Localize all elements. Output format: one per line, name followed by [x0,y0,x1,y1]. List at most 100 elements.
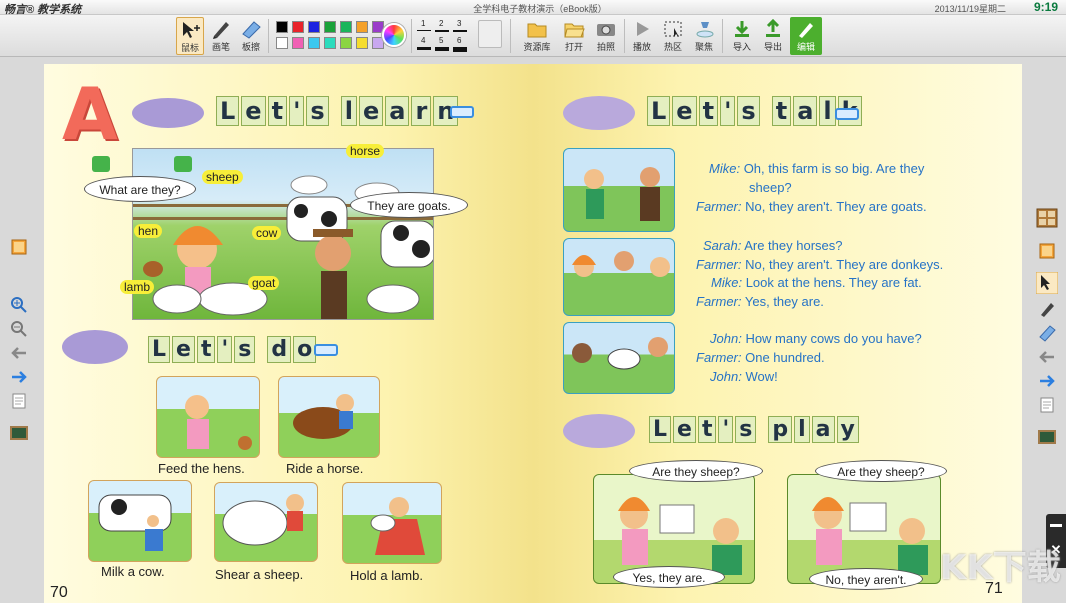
heading-letter: t [771,96,792,126]
speaker-name: Farmer: [696,294,742,309]
arrow-right-icon[interactable] [1038,372,1056,390]
heading-letter: ' [217,336,233,363]
arrow-left-icon[interactable] [1038,348,1056,366]
dialogue-line: Farmer: No, they aren't. They are goats. [696,199,927,214]
focus-label: 聚焦 [694,42,713,52]
watermark-logo: KK下载 [940,548,1061,588]
heading-letter: o [293,336,317,363]
label-goat[interactable]: goat [248,276,280,290]
blackboard-icon[interactable] [10,424,28,442]
caption-milk-cow: Milk a cow. [101,564,165,579]
swatch-orange[interactable] [356,21,368,33]
toolbar-divider [624,19,625,53]
play-button[interactable]: 播放 [628,17,656,55]
export-button[interactable]: 导出 [759,17,787,55]
lets-play-heading: L e t ' s p l a y [649,416,859,443]
dialogue-line: Mike: Look at the hens. They are fat. [711,275,922,290]
arrow-left-icon[interactable] [10,344,28,362]
line-width-picker: 1 2 3 4 5 6 [415,19,467,55]
label-horse[interactable]: horse [346,144,385,158]
swatch-black[interactable] [276,21,288,33]
farm-scene-image [132,148,434,320]
mouse-button[interactable]: 鼠标 [176,17,204,55]
photo-button[interactable]: 拍照 [592,17,620,55]
dialogue-text: sheep? [749,180,792,195]
swatch-cyan[interactable] [308,37,320,49]
heading-letter: L [216,96,240,126]
swatch-yellow[interactable] [356,37,368,49]
speaker-name: John: [710,331,742,346]
color-wheel-icon[interactable] [382,23,406,47]
caption-feed-hens: Feed the hens. [158,461,245,476]
eraser-button[interactable]: 板擦 [237,17,265,55]
width-6[interactable]: 6 [457,36,461,45]
pen-holder-icon[interactable] [478,20,502,48]
minus-icon[interactable] [1050,524,1062,527]
dialogue-text: No, they aren't. They are goats. [745,199,927,214]
dialogue-text: No, they aren't. They are donkeys. [745,257,944,272]
width-1[interactable]: 1 [421,19,425,28]
image-zoom-icon[interactable] [174,156,192,172]
heading-letter: l [340,96,357,126]
width-5[interactable]: 5 [439,36,443,45]
edit-pencil-icon [799,23,813,38]
animal-oval-image [132,98,204,128]
blackboard-icon[interactable] [1038,428,1056,446]
focus-button[interactable]: 聚焦 [690,17,718,55]
width-3[interactable]: 3 [457,19,461,28]
heading-letter: L [647,96,671,126]
document-icon[interactable] [10,392,28,410]
pen-button[interactable]: 画笔 [207,17,235,55]
image-zoom-icon[interactable] [92,156,110,172]
dialogue-line: John: How many cows do you have? [710,331,922,346]
swatch-pink[interactable] [292,37,304,49]
arrow-right-icon[interactable] [10,368,28,386]
width-4[interactable]: 4 [421,36,425,45]
document-icon[interactable] [1038,396,1056,414]
heading-letter: s [234,336,256,363]
cursor-icon[interactable] [1036,272,1058,294]
audio-tape-icon[interactable] [835,108,859,120]
label-cow[interactable]: cow [252,226,282,240]
label-sheep[interactable]: sheep [202,170,243,184]
swatch-white[interactable] [276,37,288,49]
book-icon[interactable] [1038,242,1056,260]
swatch-blue[interactable] [308,21,320,33]
zoom-in-icon[interactable] [10,296,28,314]
eraser-icon[interactable] [1038,324,1056,342]
import-button[interactable]: 导入 [728,17,756,55]
swatch-lime[interactable] [340,37,352,49]
book-icon[interactable] [10,238,28,256]
swatch-green[interactable] [324,21,336,33]
talk-image-2 [563,238,675,316]
zoom-out-icon[interactable] [10,320,28,338]
open-button[interactable]: 打开 [560,17,588,55]
left-page: A L e t ' s l e a r n What are they? The… [44,64,533,603]
play-question-bubble-2: Are they sheep? [815,460,947,482]
heading-letter: t [698,96,719,126]
open-folder-icon [564,23,585,38]
hotzone-button[interactable]: 热区 [659,17,687,55]
caption-shear-sheep: Shear a sheep. [215,567,304,582]
heading-letter: L [649,416,672,443]
resource-library-button[interactable]: 资源库 [521,17,553,55]
play-icon [637,22,649,36]
heading-letter: ' [718,416,734,443]
grid-view-icon[interactable] [1036,208,1058,228]
label-lamb[interactable]: lamb [120,280,155,294]
play-answer-bubble-2: No, they aren't. [809,568,923,590]
swatch-red[interactable] [292,21,304,33]
audio-tape-icon[interactable] [450,106,474,118]
main-toolbar: 鼠标 画笔 板擦 1 2 3 4 5 6 资源库 打开 拍照 播放 热区 聚焦 … [0,15,1066,57]
audio-tape-icon[interactable] [314,344,338,356]
shear-sheep-image [214,482,318,562]
edit-button[interactable]: 编辑 [790,17,822,55]
camera-icon [597,24,615,36]
resource-library-label: 资源库 [523,42,551,52]
label-hen[interactable]: hen [134,224,163,238]
pen-icon[interactable] [1038,300,1056,318]
heading-letter: ' [720,96,736,126]
width-2[interactable]: 2 [439,19,443,28]
swatch-light-green[interactable] [340,21,352,33]
swatch-teal[interactable] [324,37,336,49]
